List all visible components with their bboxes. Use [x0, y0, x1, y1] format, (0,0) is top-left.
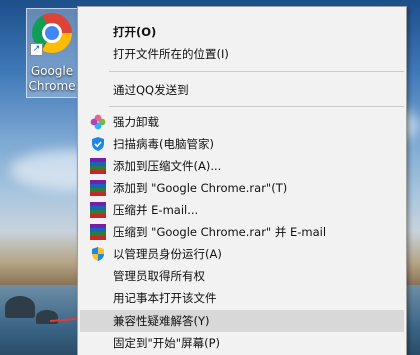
menu-item-label: 通过QQ发送到: [113, 83, 189, 97]
menu-item-label: 固定到"开始"屏幕(P): [113, 336, 220, 350]
menu-item-compress-and-email[interactable]: 压缩并 E-mail...: [80, 199, 404, 221]
menu-item-take-ownership[interactable]: 管理员取得所有权: [80, 265, 404, 287]
context-menu: 打开(O) 打开文件所在的位置(I) 通过QQ发送到 强力卸载 扫描病毒(电脑管…: [77, 6, 407, 355]
menu-item-label: 压缩到 "Google Chrome.rar" 并 E-mail: [113, 225, 327, 239]
menu-item-pin-to-start[interactable]: 固定到"开始"屏幕(P): [80, 332, 404, 354]
shield-icon: [92, 137, 104, 151]
winrar-icon: [90, 158, 106, 174]
menu-item-label: 用记事本打开该文件: [113, 291, 217, 305]
clover-icon: [90, 114, 106, 130]
menu-item-label: 打开文件所在的位置(I): [113, 47, 229, 61]
google-chrome-shortcut[interactable]: ↗ Google Chrome: [26, 8, 78, 98]
desktop-background: ↗ Google Chrome 打开(O) 打开文件所在的位置(I) 通过QQ发…: [0, 0, 420, 355]
menu-item-label: 以管理员身份运行(A): [113, 247, 222, 261]
shortcut-arrow-icon: ↗: [30, 43, 43, 56]
menu-item-troubleshoot-compatibility[interactable]: 兼容性疑难解答(Y): [80, 310, 404, 332]
menu-item-add-to-archive[interactable]: 添加到压缩文件(A)...: [80, 155, 404, 177]
menu-item-compress-to-rar-and-email[interactable]: 压缩到 "Google Chrome.rar" 并 E-mail: [80, 221, 404, 243]
winrar-icon: [90, 224, 106, 240]
rock: [5, 296, 35, 318]
winrar-icon: [90, 180, 106, 196]
winrar-icon: [90, 202, 106, 218]
shortcut-label: Google Chrome: [28, 64, 76, 93]
menu-item-run-as-admin[interactable]: 以管理员身份运行(A): [80, 243, 404, 265]
menu-item-label: 管理员取得所有权: [113, 269, 205, 283]
menu-separator: [109, 106, 404, 107]
menu-item-open-with-notepad[interactable]: 用记事本打开该文件: [80, 287, 404, 309]
menu-item-label: 扫描病毒(电脑管家): [113, 137, 214, 151]
menu-item-open[interactable]: 打开(O): [80, 21, 404, 43]
uac-shield-icon: [92, 247, 104, 261]
menu-separator: [109, 71, 404, 72]
menu-item-add-to-google-chrome-rar[interactable]: 添加到 "Google Chrome.rar"(T): [80, 177, 404, 199]
menu-item-send-via-qq[interactable]: 通过QQ发送到: [80, 79, 404, 101]
menu-item-label: 兼容性疑难解答(Y): [113, 314, 210, 328]
menu-item-label: 添加到 "Google Chrome.rar"(T): [113, 181, 288, 195]
menu-item-force-uninstall[interactable]: 强力卸载: [80, 111, 404, 133]
menu-item-scan-virus[interactable]: 扫描病毒(电脑管家): [80, 133, 404, 155]
menu-item-label: 压缩并 E-mail...: [113, 203, 199, 217]
menu-item-label: 强力卸载: [113, 115, 159, 129]
menu-item-label: 添加到压缩文件(A)...: [113, 159, 222, 173]
menu-item-label: 打开(O): [113, 25, 157, 39]
menu-item-open-file-location[interactable]: 打开文件所在的位置(I): [80, 43, 404, 65]
